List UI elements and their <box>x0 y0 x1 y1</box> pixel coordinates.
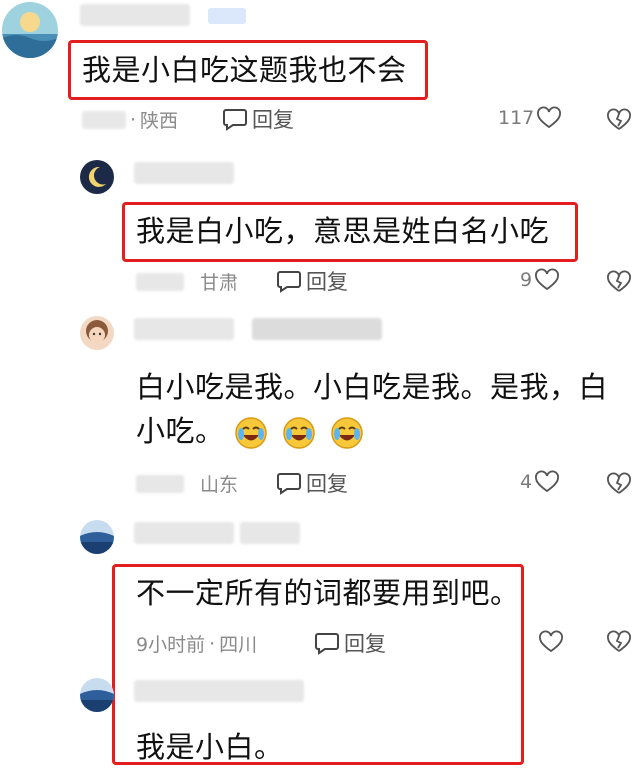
comment-bubble-icon <box>315 633 339 655</box>
comment-text-3-line-2: 小吃。 <box>136 408 368 454</box>
comment-text-1: 我是小白吃这题我也不会 <box>82 53 407 87</box>
broken-heart-icon <box>607 108 631 130</box>
location-label: 甘肃 <box>200 272 239 294</box>
user-tag-blurred <box>240 522 300 544</box>
location-label: 山东 <box>200 474 239 496</box>
like-button-1[interactable]: 117 <box>498 106 562 130</box>
comment-bubble-icon <box>223 109 247 131</box>
dislike-button-2[interactable] <box>606 270 632 298</box>
reply-button-2[interactable]: 回复 <box>276 266 348 296</box>
avatar-user-5[interactable] <box>80 678 114 712</box>
time-label: 9小时前 <box>136 634 206 656</box>
reply-button-3[interactable]: 回复 <box>276 468 348 498</box>
like-count: 4 <box>520 471 533 493</box>
laughing-crying-emoji <box>330 416 364 450</box>
comment-meta-2: 甘肃 <box>136 268 238 295</box>
heart-icon <box>537 106 562 129</box>
like-button-2[interactable]: 9 <box>520 268 560 292</box>
avatar-user-1[interactable] <box>2 2 58 58</box>
dislike-button-1[interactable] <box>606 108 632 136</box>
comment-bubble-icon <box>277 271 301 293</box>
comment-text-2: 我是白小吃，意思是姓白名小吃 <box>136 214 550 248</box>
user-badge <box>208 8 246 24</box>
comment-meta-3: 山东 <box>136 470 238 497</box>
avatar-user-2[interactable] <box>80 160 114 194</box>
like-count: 117 <box>498 107 535 129</box>
like-count: 9 <box>520 269 533 291</box>
reply-label: 回复 <box>344 632 386 656</box>
username-blurred[interactable] <box>134 162 234 184</box>
username-blurred[interactable] <box>80 4 190 26</box>
laughing-crying-emoji <box>234 416 268 450</box>
reply-button-4[interactable]: 回复 <box>314 628 386 658</box>
avatar-user-4[interactable] <box>80 520 114 554</box>
location-label: 四川 <box>219 634 258 656</box>
user-tag-blurred <box>252 318 382 340</box>
comment-text-3-end: 小吃。 <box>136 414 225 448</box>
avatar-user-3[interactable] <box>80 316 114 350</box>
dislike-button-4[interactable] <box>606 630 632 658</box>
comment-text-4: 不一定所有的词都要用到吧。 <box>136 576 520 610</box>
broken-heart-icon <box>607 472 631 494</box>
time-blurred <box>136 474 184 493</box>
username-blurred[interactable] <box>134 318 234 340</box>
heart-icon <box>535 268 560 291</box>
reply-button-1[interactable]: 回复 <box>222 104 294 134</box>
username-blurred[interactable] <box>134 522 234 544</box>
comment-bubble-icon <box>277 473 301 495</box>
heart-icon <box>539 630 563 653</box>
comment-text-5: 我是小白。 <box>136 730 284 764</box>
dislike-button-3[interactable] <box>606 472 632 500</box>
like-button-4[interactable] <box>538 630 564 658</box>
heart-icon <box>535 470 560 493</box>
comment-meta-4: 9小时前 · 四川 <box>136 630 257 657</box>
time-blurred <box>82 110 126 129</box>
broken-heart-icon <box>607 630 631 652</box>
username-blurred[interactable] <box>134 680 304 702</box>
comment-text-3-line-1: 白小吃是我。小白吃是我。是我，白 <box>136 370 609 404</box>
reply-label: 回复 <box>306 270 348 294</box>
laughing-crying-emoji <box>282 416 316 450</box>
broken-heart-icon <box>607 270 631 292</box>
like-button-3[interactable]: 4 <box>520 470 560 494</box>
location-label: 陕西 <box>140 110 179 132</box>
time-blurred <box>136 272 184 291</box>
reply-label: 回复 <box>306 472 348 496</box>
reply-label: 回复 <box>252 108 294 132</box>
comment-meta-1: · 陕西 <box>82 106 178 133</box>
